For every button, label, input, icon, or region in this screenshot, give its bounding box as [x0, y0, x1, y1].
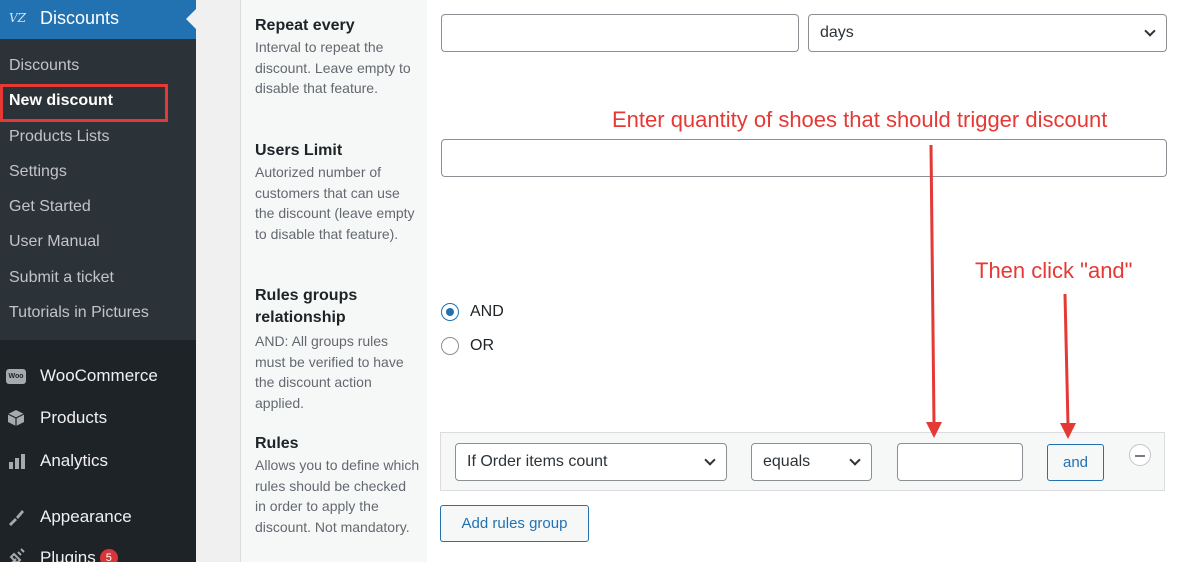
arrow-to-and-button [1060, 293, 1076, 439]
annotation-arrows [926, 144, 1076, 439]
arrow-to-quantity-input [926, 144, 942, 438]
